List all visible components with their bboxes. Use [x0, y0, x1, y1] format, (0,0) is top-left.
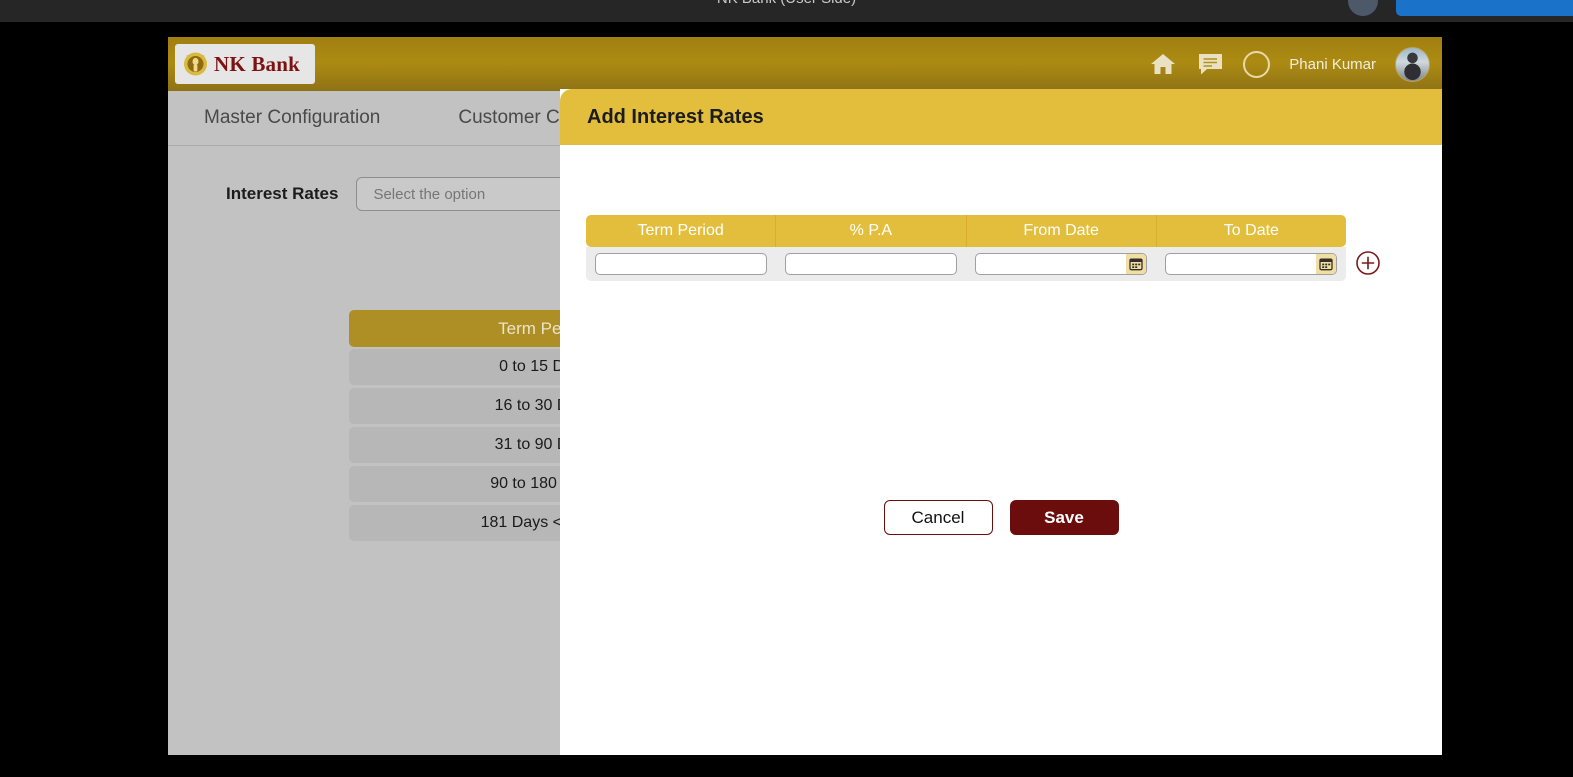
- modal-title: Add Interest Rates: [560, 89, 1442, 145]
- cancel-button[interactable]: Cancel: [883, 500, 993, 535]
- column-header-from-date: From Date: [967, 215, 1157, 247]
- add-interest-rates-modal: Add Interest Rates Term Period % P.A Fro…: [560, 89, 1442, 755]
- calendar-icon[interactable]: [1316, 254, 1336, 274]
- home-icon[interactable]: [1149, 50, 1177, 78]
- avatar[interactable]: [1395, 46, 1430, 82]
- column-header-to-date: To Date: [1223, 222, 1279, 239]
- save-button[interactable]: Save: [1009, 500, 1119, 535]
- message-icon[interactable]: [1196, 50, 1224, 78]
- user-name: Phani Kumar: [1289, 55, 1376, 73]
- cell-term-period: [586, 253, 776, 275]
- plus-circle-icon[interactable]: [1354, 249, 1382, 277]
- cell-to-date: [1156, 253, 1346, 275]
- percent-pa-input[interactable]: [785, 253, 957, 275]
- os-action-button[interactable]: [1396, 0, 1573, 16]
- column-header-percent-pa: % P.A: [776, 215, 967, 247]
- rates-grid-header: Term Period % P.A From Date To Date: [586, 215, 1346, 247]
- brand-name: NK Bank: [214, 51, 301, 76]
- os-title-bar: NK Bank (User Side): [0, 0, 1573, 22]
- calendar-icon[interactable]: [1126, 254, 1146, 274]
- from-date-input[interactable]: [975, 253, 1147, 275]
- cell-from-date: [966, 253, 1156, 275]
- window-title: NK Bank (User Side): [0, 0, 1573, 7]
- modal-action-buttons: Cancel Save: [560, 500, 1442, 535]
- header-actions: Phani Kumar: [1149, 37, 1430, 91]
- column-header-term-period: Term Period: [586, 215, 777, 247]
- filter-label: Interest Rates: [226, 184, 339, 203]
- rates-grid-row: [586, 247, 1346, 281]
- bank-emblem-icon: [183, 51, 208, 77]
- cell-percent-pa: [776, 253, 966, 275]
- tab-master-configuration[interactable]: Master Configuration: [204, 107, 380, 129]
- to-date-input[interactable]: [1165, 253, 1337, 275]
- brand-logo[interactable]: NK Bank: [175, 44, 315, 84]
- application-viewport: NK Bank Phani Kumar Master Configuration…: [168, 37, 1442, 755]
- os-avatar[interactable]: [1348, 0, 1378, 16]
- term-period-input[interactable]: [595, 253, 767, 275]
- app-header: NK Bank Phani Kumar: [168, 37, 1442, 91]
- circle-icon[interactable]: [1243, 50, 1271, 78]
